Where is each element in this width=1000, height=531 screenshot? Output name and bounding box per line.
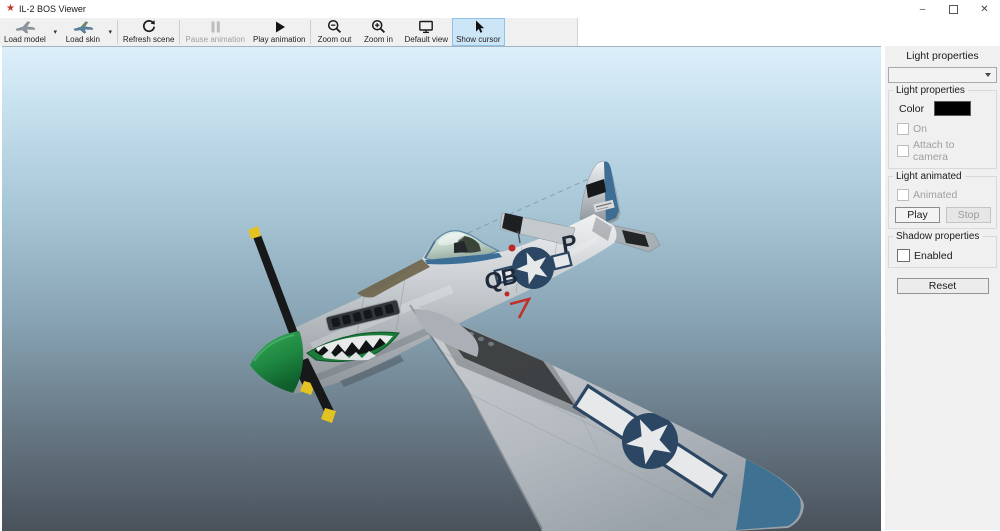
load-model-button[interactable]: Load model [0, 18, 50, 46]
spinner [250, 330, 304, 393]
refresh-scene-label: Refresh scene [122, 35, 175, 44]
play-animation-button[interactable]: Play animation [249, 18, 309, 46]
wingtip-blue [736, 459, 801, 530]
pause-icon [209, 19, 222, 34]
reset-button[interactable]: Reset [896, 278, 989, 294]
refresh-scene-button[interactable]: Refresh scene [119, 18, 179, 46]
zoom-out-label: Zoom out [317, 35, 352, 44]
on-label: On [913, 123, 928, 135]
zoom-out-icon [327, 19, 342, 34]
window-controls: – ✕ [907, 0, 1000, 18]
chevron-down-icon: ▾ [53, 29, 58, 36]
zoom-in-label: Zoom in [364, 35, 393, 44]
attach-to-camera-checkbox-row: Attach to camera [897, 139, 991, 163]
aircraft-model[interactable]: QB P [2, 47, 881, 531]
on-checkbox-row: On [897, 123, 991, 135]
stop-button[interactable]: Stop [946, 207, 991, 223]
cursor-icon [471, 19, 485, 34]
toolbar-separator [310, 20, 312, 44]
on-checkbox[interactable] [897, 123, 909, 135]
canopy [424, 230, 502, 265]
tail-fin [579, 161, 621, 226]
default-view-label: Default view [404, 35, 449, 44]
animated-checkbox[interactable] [897, 189, 909, 201]
attach-to-camera-label: Attach to camera [913, 139, 955, 163]
light-select-dropdown[interactable] [888, 67, 997, 83]
light-properties-group: Light properties Color On Attach to came… [888, 85, 997, 169]
pause-animation-button[interactable]: Pause animation [181, 18, 249, 46]
color-label: Color [899, 102, 925, 115]
play-button[interactable]: Play [895, 207, 940, 223]
show-cursor-button[interactable]: Show cursor [452, 18, 505, 46]
toolbar: Load model ▾ Load skin ▾ Refresh scene P… [0, 18, 578, 46]
group-label: Shadow properties [893, 231, 983, 242]
play-animation-label: Play animation [253, 35, 306, 44]
zoom-in-button[interactable]: Zoom in [356, 18, 400, 46]
shadow-properties-group: Shadow properties Enabled [888, 231, 997, 268]
play-icon [273, 19, 286, 34]
red-dot [508, 244, 516, 252]
minimize-button[interactable]: – [907, 0, 938, 18]
load-skin-dropdown-arrow[interactable]: ▾ [105, 18, 116, 46]
red-dot [504, 291, 510, 297]
group-label: Light animated [893, 171, 965, 182]
minimize-icon: – [919, 3, 926, 15]
panel-title: Light properties [906, 50, 979, 62]
default-view-button[interactable]: Default view [400, 18, 452, 46]
animated-checkbox-row: Animated [897, 189, 991, 201]
chevron-down-icon: ▾ [108, 29, 113, 36]
color-swatch[interactable] [934, 101, 972, 116]
light-animated-group: Light animated Animated Play Stop [888, 171, 997, 229]
close-icon: ✕ [980, 3, 989, 15]
toolbar-separator [179, 20, 181, 44]
load-skin-button[interactable]: Load skin [61, 18, 105, 46]
zoom-in-icon [371, 19, 386, 34]
light-properties-panel: Light properties Light properties Color … [885, 46, 1000, 530]
refresh-icon [141, 19, 156, 34]
group-label: Light properties [893, 85, 968, 96]
title-bar: ★ IL-2 BOS Viewer – ✕ [0, 0, 1000, 18]
red-marking [509, 297, 532, 319]
shadow-enabled-label: Enabled [914, 249, 953, 262]
airplane-skin-icon [72, 19, 94, 34]
shadow-enabled-checkbox[interactable] [897, 249, 910, 262]
animated-label: Animated [913, 189, 958, 201]
close-button[interactable]: ✕ [969, 0, 1000, 18]
toolbar-separator [116, 20, 118, 44]
chevron-down-icon [985, 73, 991, 77]
load-skin-label: Load skin [65, 35, 100, 44]
maximize-button[interactable] [938, 0, 969, 18]
load-model-dropdown-arrow[interactable]: ▾ [50, 18, 61, 46]
airplane-model-icon [14, 19, 36, 34]
window-title: IL-2 BOS Viewer [18, 4, 86, 14]
maximize-icon [949, 4, 958, 14]
shadow-enabled-checkbox-row: Enabled [897, 249, 991, 262]
attach-to-camera-checkbox[interactable] [897, 145, 909, 157]
model-viewport[interactable]: QB P [2, 46, 881, 531]
zoom-out-button[interactable]: Zoom out [312, 18, 356, 46]
monitor-icon [418, 19, 434, 34]
pause-animation-label: Pause animation [185, 35, 245, 44]
load-model-label: Load model [4, 35, 46, 44]
show-cursor-label: Show cursor [456, 35, 501, 44]
app-icon: ★ [6, 3, 15, 14]
